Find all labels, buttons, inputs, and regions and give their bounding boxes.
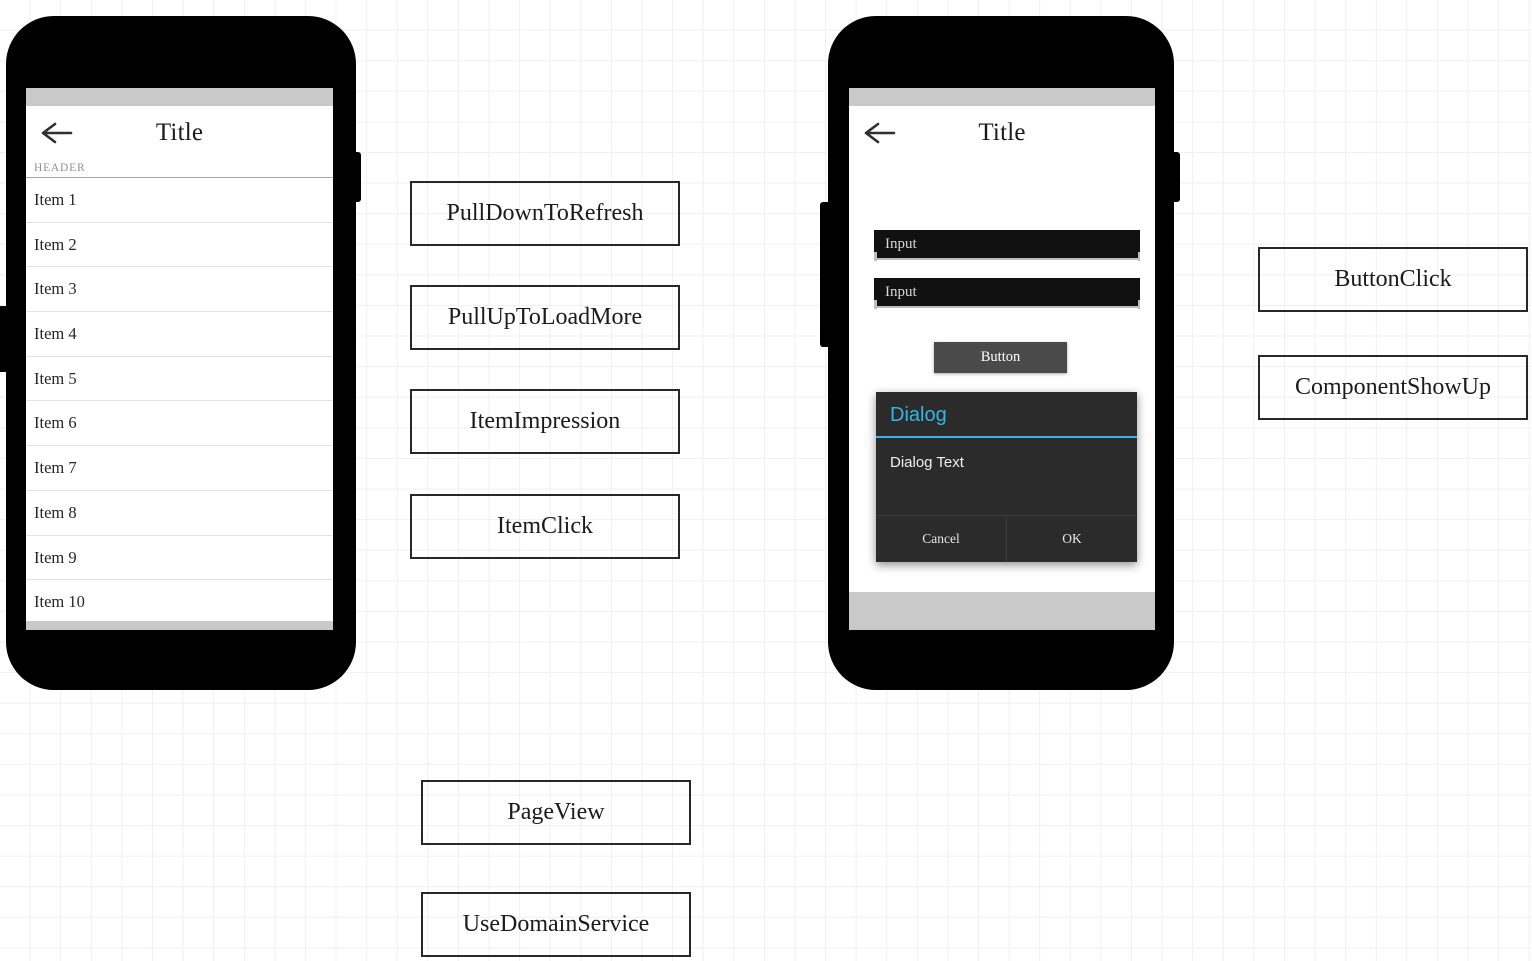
flow-box-label: PullDownToRefresh: [446, 200, 644, 226]
list-item[interactable]: Item 6: [26, 401, 333, 447]
flow-box-pull-down-to-refresh[interactable]: PullDownToRefresh: [410, 181, 680, 246]
flow-box-item-impression[interactable]: ItemImpression: [410, 389, 680, 454]
dialog-title: Dialog: [876, 392, 1137, 438]
phone-form-screen: Title Input Input Button Dialog Dialog T…: [849, 88, 1155, 630]
bottom-bar-form: [849, 592, 1155, 630]
list-item[interactable]: Item 8: [26, 491, 333, 536]
appbar-list: Title: [26, 106, 333, 160]
list-item[interactable]: Item 1: [26, 178, 333, 223]
form-area: Input Input Button Dialog Dialog Text Ca…: [849, 160, 1155, 630]
flow-box-label: UseDomainService: [462, 911, 650, 937]
flow-box-item-click[interactable]: ItemClick: [410, 494, 680, 559]
flow-box-label: PullUpToLoadMore: [447, 304, 643, 330]
bottom-bar-list: [26, 621, 333, 630]
phone-list-side-button-left: [0, 306, 8, 372]
back-arrow-icon[interactable]: [863, 120, 897, 146]
flow-box-component-show-up[interactable]: ComponentShowUp: [1258, 355, 1528, 420]
phone-list-screen: Title HEADER Item 1 Item 2 Item 3 Item 4…: [26, 88, 333, 630]
flow-box-button-click[interactable]: ButtonClick: [1258, 247, 1528, 312]
flow-box-page-view[interactable]: PageView: [421, 780, 691, 845]
dialog-cancel-button[interactable]: Cancel: [876, 516, 1006, 562]
list-container[interactable]: Item 1 Item 2 Item 3 Item 4 Item 5 Item …: [26, 178, 333, 625]
list-item[interactable]: Item 7: [26, 446, 333, 491]
appbar-form: Title: [849, 106, 1155, 160]
input-field-2-value: Input: [885, 283, 917, 300]
list-item[interactable]: Item 3: [26, 267, 333, 313]
status-bar-list: [26, 88, 333, 106]
list-section-header: HEADER: [26, 160, 333, 178]
phone-form-side-button-right: [1170, 152, 1180, 202]
flow-box-label: ItemImpression: [469, 408, 621, 434]
flow-box-label: ButtonClick: [1334, 266, 1452, 292]
dialog-ok-button[interactable]: OK: [1006, 516, 1137, 562]
status-bar-form: [849, 88, 1155, 106]
submit-button-label: Button: [980, 349, 1021, 365]
flow-box-label: ComponentShowUp: [1294, 374, 1491, 400]
input-field-2[interactable]: Input: [874, 278, 1140, 309]
input-field-1-value: Input: [885, 235, 917, 252]
dialog-actions: Cancel OK: [876, 515, 1137, 562]
flow-box-label: ItemClick: [497, 513, 593, 539]
list-item[interactable]: Item 5: [26, 357, 333, 402]
flow-box-pull-up-to-load-more[interactable]: PullUpToLoadMore: [410, 285, 680, 350]
input-field-1[interactable]: Input: [874, 230, 1140, 261]
list-item[interactable]: Item 10: [26, 580, 333, 625]
alert-dialog: Dialog Dialog Text Cancel OK: [876, 392, 1137, 562]
flow-box-use-domain-service[interactable]: UseDomainService: [421, 892, 691, 957]
flow-box-label: PageView: [507, 799, 605, 825]
phone-form-side-button-left: [820, 202, 830, 347]
list-item[interactable]: Item 9: [26, 536, 333, 581]
dialog-message: Dialog Text: [890, 454, 964, 471]
list-item[interactable]: Item 4: [26, 312, 333, 357]
list-item[interactable]: Item 2: [26, 223, 333, 268]
submit-button[interactable]: Button: [934, 342, 1067, 373]
phone-list-side-button-right: [351, 152, 361, 202]
back-arrow-icon[interactable]: [40, 120, 74, 146]
